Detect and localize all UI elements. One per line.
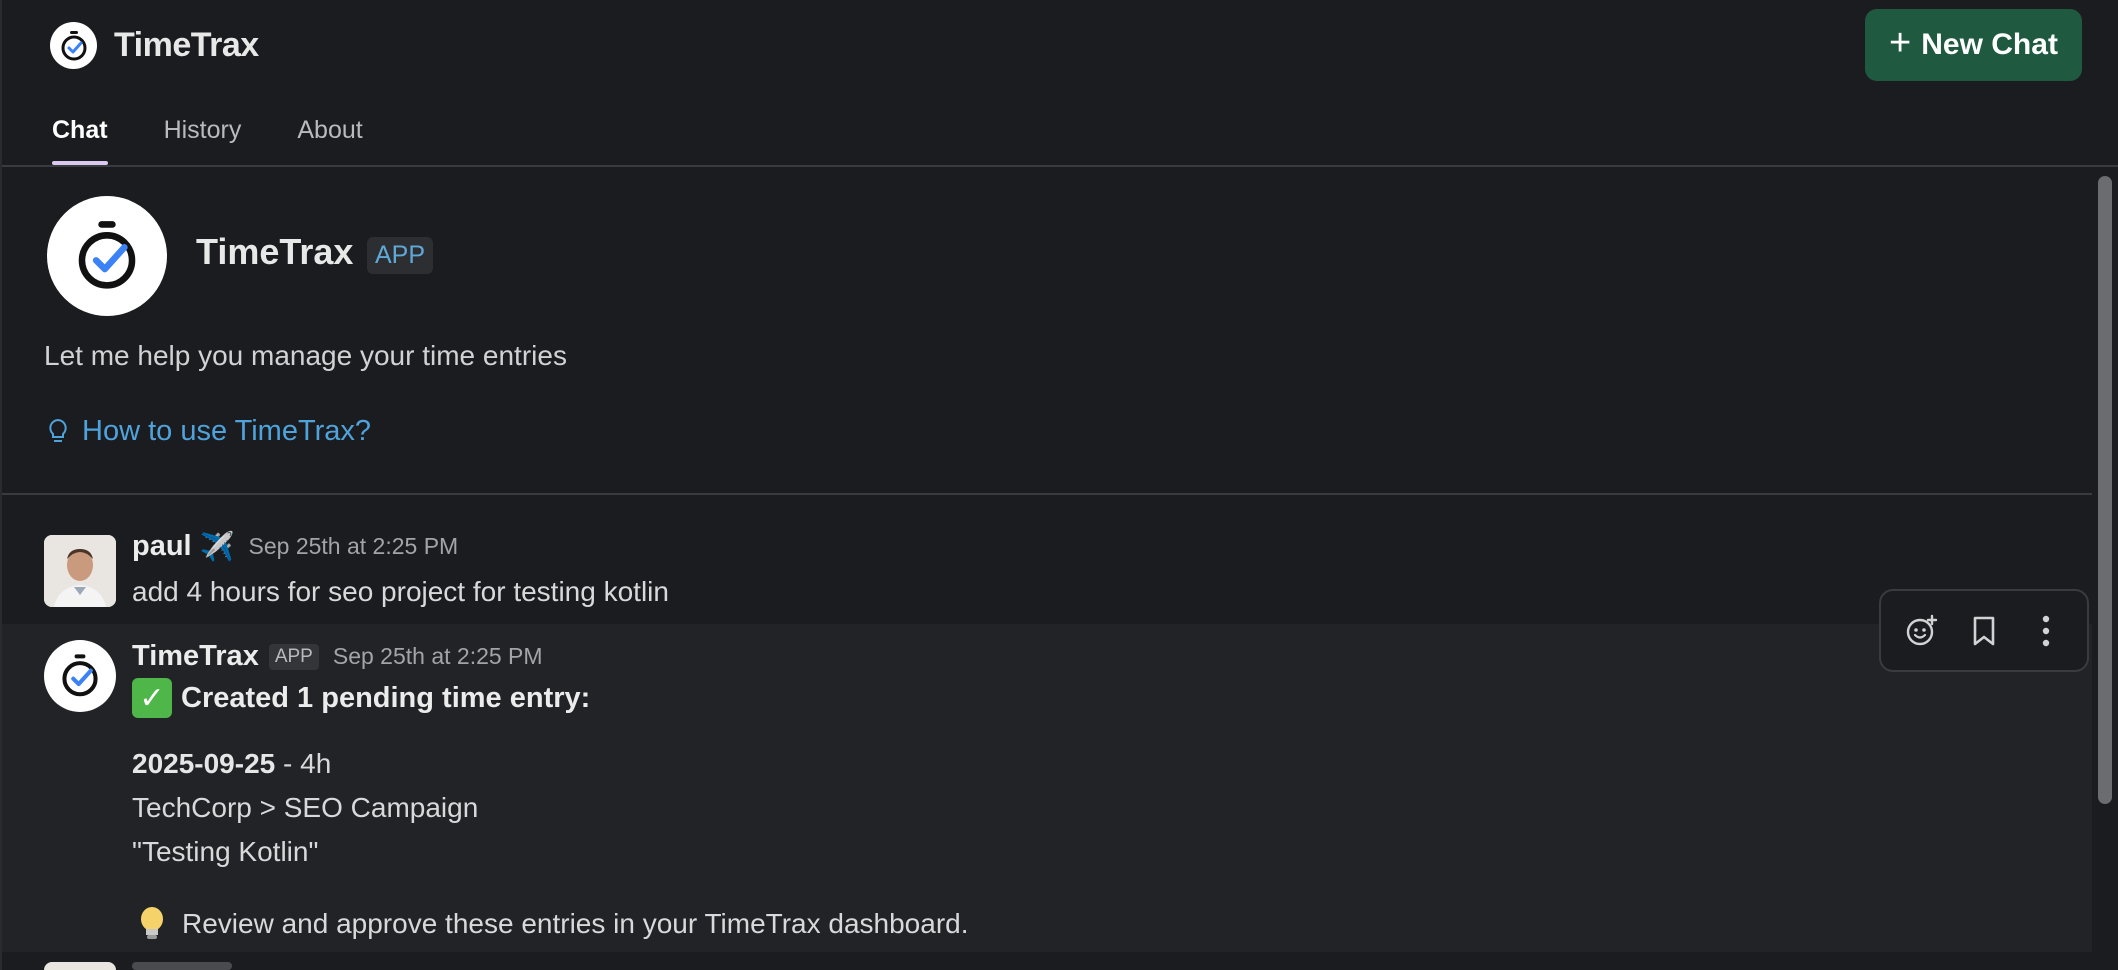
message-meta: paul ✈️ Sep 25th at 2:25 PM [132, 530, 458, 563]
tab-chat[interactable]: Chat [52, 116, 108, 167]
sender-name[interactable]: paul [132, 530, 192, 563]
scrollbar-thumb[interactable] [2098, 176, 2112, 804]
app-title: TimeTrax [114, 26, 259, 64]
review-line: Review and approve these entries in your… [132, 904, 969, 944]
help-link-label: How to use TimeTrax? [82, 415, 372, 447]
app-badge: APP [367, 237, 434, 274]
app-intro: TimeTrax APP Let me help you manage your… [2, 167, 2092, 495]
timestamp[interactable]: Sep 25th at 2:25 PM [333, 643, 543, 670]
plus-icon: + [1889, 22, 1912, 64]
message-meta: TimeTrax APP Sep 25th at 2:25 PM [132, 640, 543, 673]
check-mark-icon: ✓ [132, 678, 172, 718]
next-message-avatar [44, 962, 116, 970]
tab-history[interactable]: History [164, 116, 242, 167]
scrollbar[interactable] [2094, 172, 2116, 808]
avatar[interactable] [44, 535, 116, 607]
add-reaction-icon[interactable] [1898, 607, 1946, 655]
stopwatch-icon [50, 22, 97, 69]
new-chat-button[interactable]: + New Chat [1865, 9, 2082, 81]
more-options-icon[interactable] [2022, 607, 2070, 655]
entry-project: TechCorp > SEO Campaign [132, 792, 479, 823]
bookmark-icon[interactable] [1960, 607, 2008, 655]
next-message-preview [132, 962, 232, 970]
tab-bar: Chat History About [52, 116, 419, 167]
stopwatch-icon[interactable] [44, 640, 116, 712]
new-chat-label: New Chat [1921, 28, 2058, 61]
header: TimeTrax + New Chat Chat History About [2, 0, 2118, 167]
tab-about[interactable]: About [297, 116, 362, 167]
entry-date: 2025-09-25 [132, 748, 276, 779]
app-window: TimeTrax + New Chat Chat History About T… [0, 0, 2118, 970]
lightbulb-icon [49, 418, 67, 442]
stopwatch-icon [47, 196, 167, 316]
message-timetrax: TimeTrax APP Sep 25th at 2:25 PM ✓ Creat… [2, 624, 2092, 952]
review-text: Review and approve these entries in your… [182, 908, 969, 939]
brand: TimeTrax [50, 22, 259, 69]
created-line: ✓ Created 1 pending time entry: [132, 678, 590, 718]
created-text: Created 1 pending time entry: [181, 681, 591, 714]
message-paul: paul ✈️ Sep 25th at 2:25 PM add 4 hours … [2, 524, 2092, 624]
message-actions-toolbar [1879, 589, 2089, 672]
timestamp[interactable]: Sep 25th at 2:25 PM [249, 533, 459, 560]
intro-description: Let me help you manage your time entries [44, 340, 567, 371]
app-badge: APP [268, 643, 319, 670]
help-link[interactable]: How to use TimeTrax? [46, 415, 371, 448]
entry-duration: - 4h [275, 748, 332, 779]
entry-date-line: 2025-09-25 - 4h [132, 748, 331, 780]
entry-description: "Testing Kotlin" [132, 836, 319, 867]
sender-name[interactable]: TimeTrax [132, 640, 259, 673]
airplane-icon: ✈️ [199, 531, 235, 562]
lightbulb-icon [141, 907, 163, 939]
message-text: add 4 hours for seo project for testing … [132, 576, 669, 607]
intro-app-name: TimeTrax [196, 231, 354, 272]
